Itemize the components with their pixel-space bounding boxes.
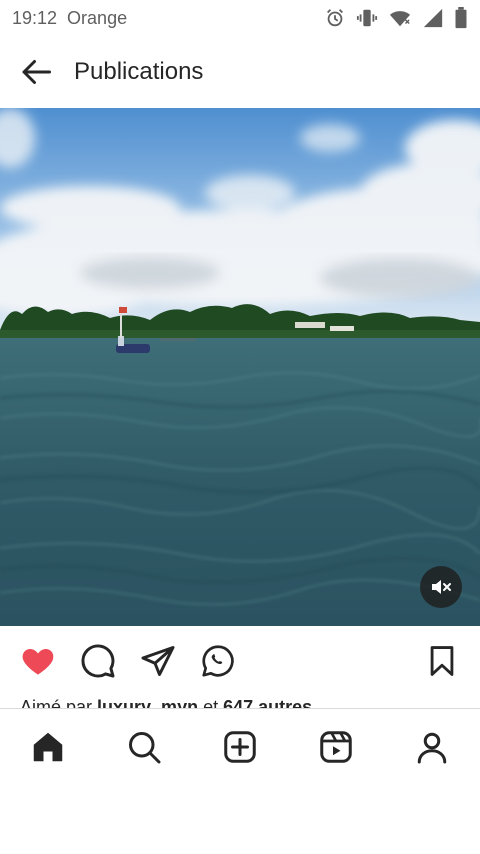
status-carrier: Orange xyxy=(67,7,128,28)
alarm-icon xyxy=(324,7,346,29)
nav-new-post[interactable] xyxy=(210,717,270,777)
wifi-icon xyxy=(388,7,412,29)
like-button[interactable] xyxy=(18,641,58,681)
vibrate-icon xyxy=(356,7,378,29)
back-button[interactable] xyxy=(0,36,72,108)
bookmark-icon xyxy=(430,646,454,676)
status-icons xyxy=(324,7,468,29)
liker-username[interactable]: luxury_myn xyxy=(97,697,198,708)
reels-icon xyxy=(320,730,352,763)
profile-icon xyxy=(417,732,447,763)
heart-icon xyxy=(22,649,54,675)
save-button[interactable] xyxy=(422,641,462,681)
comment-icon xyxy=(81,644,115,678)
likes-count[interactable]: 647 autres xyxy=(223,697,312,708)
mute-button[interactable] xyxy=(420,566,462,608)
signal-icon xyxy=(422,7,444,29)
battery-icon xyxy=(454,7,468,29)
share-icon xyxy=(141,646,175,676)
status-time: 19:12 xyxy=(12,7,58,28)
nav-search[interactable] xyxy=(114,717,174,777)
post-action-bar xyxy=(0,626,480,696)
search-icon xyxy=(129,731,161,763)
nav-home[interactable] xyxy=(18,717,78,777)
whatsapp-button[interactable] xyxy=(198,641,238,681)
likes-summary: Aimé par luxury_myn et 647 autres xyxy=(20,696,460,708)
page-title: Publications xyxy=(74,58,204,85)
muted-speaker-icon xyxy=(432,580,451,594)
video-frame xyxy=(0,108,480,626)
app-header: Publications xyxy=(0,36,480,108)
comment-button[interactable] xyxy=(78,641,118,681)
share-button[interactable] xyxy=(138,641,178,681)
whatsapp-icon xyxy=(202,645,234,677)
bottom-nav xyxy=(0,708,480,784)
home-icon xyxy=(33,732,63,761)
nav-reels[interactable] xyxy=(306,717,366,777)
nav-profile[interactable] xyxy=(402,717,462,777)
likes-prefix: Aimé par xyxy=(20,697,98,708)
likes-mid: et xyxy=(198,697,224,708)
post-video[interactable] xyxy=(0,108,480,626)
status-left: 19:12 Orange xyxy=(12,8,127,29)
new-post-icon xyxy=(224,730,256,763)
status-bar: 19:12 Orange xyxy=(0,0,480,36)
arrow-left-icon xyxy=(22,60,51,84)
